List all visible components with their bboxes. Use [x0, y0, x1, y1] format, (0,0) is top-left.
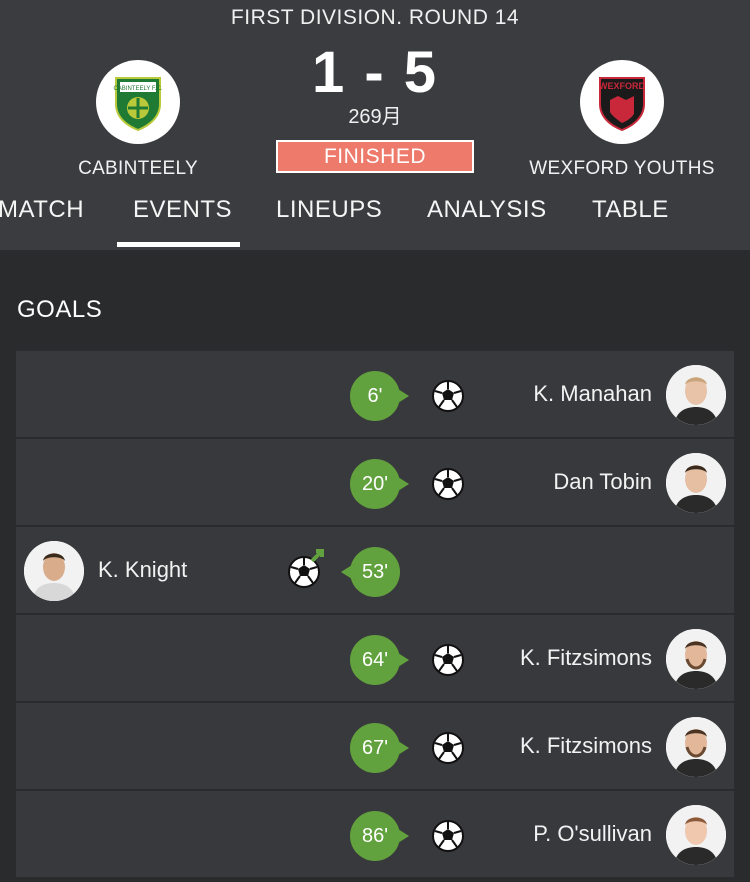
away-team-name: WEXFORD YOUTHS [529, 158, 715, 179]
soccer-ball-icon [432, 380, 464, 412]
home-team-name: CABINTEELY [78, 158, 198, 179]
tab-bar: MATCH EVENTS LINEUPS ANALYSIS TABLE [0, 196, 750, 250]
player-photo-icon [24, 541, 84, 601]
goal-minute-badge: 6' [350, 371, 409, 421]
match-header: FIRST DIVISION. ROUND 14 CABINTEELY F.C.… [0, 0, 750, 250]
goal-row[interactable]: 64' K. Fitzsimons [16, 615, 734, 703]
player-photo-icon [666, 717, 726, 777]
goal-scorer-name: Dan Tobin [553, 469, 652, 494]
goal-row[interactable]: K. Knight 53' [16, 527, 734, 615]
goal-minute-badge: 64' [350, 635, 409, 685]
goal-scorer-name: P. O'sullivan [533, 821, 652, 846]
player-photo-icon [666, 629, 726, 689]
soccer-ball-icon [432, 820, 464, 852]
goals-list: 6' K. Manahan 20' Dan Tobin K. Knight 53… [16, 351, 734, 879]
away-team[interactable]: WEXFORD WEXFORD YOUTHS [512, 60, 732, 180]
soccer-ball-icon [432, 732, 464, 764]
player-avatar[interactable] [666, 805, 726, 865]
tab-analysis[interactable]: ANALYSIS [427, 196, 547, 224]
goal-minute-badge: 20' [350, 459, 409, 509]
goal-row[interactable]: 67' K. Fitzsimons [16, 703, 734, 791]
tab-lineups[interactable]: LINEUPS [276, 196, 382, 224]
player-avatar[interactable] [666, 717, 726, 777]
goal-scorer-name: K. Manahan [533, 381, 652, 406]
goal-row[interactable]: 86' P. O'sullivan [16, 791, 734, 879]
tab-table[interactable]: TABLE [592, 196, 669, 224]
tab-match[interactable]: MATCH [0, 196, 84, 224]
player-avatar[interactable] [666, 629, 726, 689]
wexford-crest-icon: WEXFORD [599, 77, 645, 132]
goal-minute-badge: 67' [350, 723, 409, 773]
goal-minute-badge: 86' [350, 811, 409, 861]
goal-scorer-name: K. Fitzsimons [519, 733, 652, 758]
goal-minute-badge: 53' [341, 547, 400, 597]
round-title: FIRST DIVISION. ROUND 14 [230, 6, 520, 29]
away-logo-text: WEXFORD [599, 81, 645, 91]
goals-section-title: GOALS [17, 296, 103, 323]
player-avatar[interactable] [666, 453, 726, 513]
player-photo-icon [666, 805, 726, 865]
soccer-ball-icon [432, 468, 464, 500]
goal-row[interactable]: 20' Dan Tobin [16, 439, 734, 527]
active-tab-indicator [117, 242, 240, 247]
player-avatar[interactable] [666, 365, 726, 425]
goal-scorer-name: K. Knight [98, 557, 188, 582]
tab-events[interactable]: EVENTS [133, 196, 232, 224]
player-avatar[interactable] [24, 541, 84, 601]
away-team-logo[interactable]: WEXFORD [580, 60, 664, 144]
goal-scorer-name: K. Fitzsimons [519, 645, 652, 670]
player-photo-icon [666, 365, 726, 425]
goal-row[interactable]: 6' K. Manahan [16, 351, 734, 439]
soccer-ball-icon [432, 644, 464, 676]
player-photo-icon [666, 453, 726, 513]
arrow-up-icon [310, 549, 324, 563]
status-badge: FINISHED [276, 140, 474, 173]
